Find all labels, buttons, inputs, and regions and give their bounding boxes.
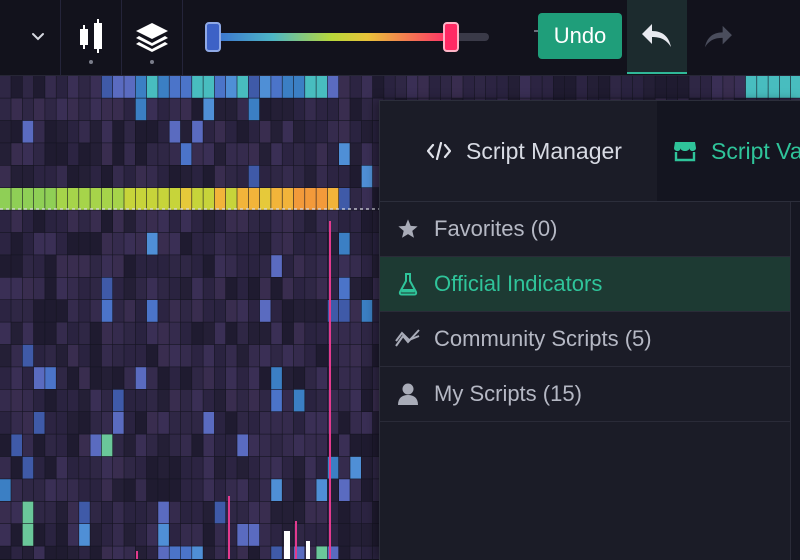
tab-label: Script Manager	[466, 137, 622, 164]
category-favorites[interactable]: Favorites (0)	[380, 202, 790, 257]
code-icon	[426, 138, 452, 164]
category-label: Favorites (0)	[434, 216, 558, 241]
range-slider-fill	[213, 33, 451, 41]
script-panel: Script Manager Script Va Favorites (0) O…	[379, 100, 800, 560]
dropdown-button[interactable]	[18, 0, 58, 74]
chart-type-button[interactable]	[62, 0, 120, 74]
menu-indicator-dot	[150, 60, 154, 64]
flask-icon	[393, 272, 423, 296]
star-icon	[393, 218, 423, 240]
trend-lines-icon	[393, 329, 423, 349]
tab-script-vault[interactable]: Script Va	[657, 101, 800, 201]
category-label: My Scripts (15)	[434, 381, 582, 406]
toolbar: Undo	[0, 0, 800, 76]
category-label: Community Scripts (5)	[434, 326, 652, 351]
candle-body	[306, 541, 310, 559]
user-icon	[393, 382, 423, 406]
store-icon	[673, 138, 697, 164]
layers-button[interactable]	[123, 0, 181, 74]
panel-scrollbar[interactable]	[790, 202, 800, 560]
panel-tabs: Script Manager Script Va	[380, 101, 800, 202]
category-my-scripts[interactable]: My Scripts (15)	[380, 367, 790, 422]
undo-arrow-icon	[642, 24, 671, 47]
range-slider-high-handle[interactable]	[443, 22, 459, 52]
tab-label: Script Va	[711, 137, 800, 164]
menu-indicator-dot	[89, 60, 93, 64]
redo-arrow-button[interactable]	[692, 0, 744, 74]
layers-icon	[136, 23, 168, 52]
undo-button[interactable]: Undo	[538, 13, 622, 59]
category-community-scripts[interactable]: Community Scripts (5)	[380, 312, 790, 367]
chevron-down-icon	[32, 33, 44, 41]
candlestick-icon	[80, 19, 102, 53]
tab-script-manager[interactable]: Script Manager	[380, 101, 657, 201]
category-official-indicators[interactable]: Official Indicators	[380, 257, 790, 312]
undo-arrow-button[interactable]	[627, 0, 687, 74]
candle-body	[284, 531, 290, 559]
category-label: Official Indicators	[434, 271, 603, 296]
range-slider-low-handle[interactable]	[205, 22, 221, 52]
category-list: Favorites (0) Official Indicators Commun…	[380, 202, 790, 422]
redo-arrow-icon	[705, 25, 732, 48]
